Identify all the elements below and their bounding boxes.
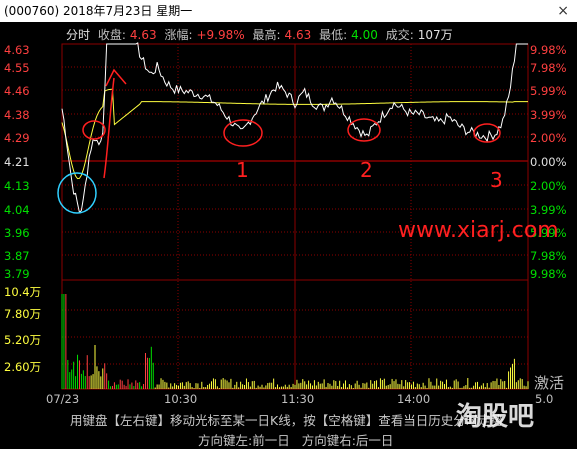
footer-hint: 用键盘【左右键】移动光标至某一日K线，按【空格键】查看当日历史分时走势 — [70, 413, 504, 428]
taoguba-logo: 淘股吧 — [456, 402, 535, 432]
red-circle-annotation — [223, 119, 263, 147]
time-tick: 11:30 — [281, 392, 315, 406]
footer-nav-hint: 方向键左:前一日 方向键右:后一日 — [198, 430, 393, 449]
time-tick: 07/23 — [46, 392, 80, 406]
annotation-mark-2: 2 — [360, 158, 373, 182]
annotation-mark-1: 1 — [236, 158, 249, 182]
time-tick-end: 5.0 — [535, 392, 554, 406]
chart-grid — [61, 43, 529, 390]
time-tick: 14:00 — [397, 392, 431, 406]
red-circle-annotation — [347, 118, 381, 142]
time-tick: 10:30 — [164, 392, 198, 406]
hand-annotations: 1 2 3 — [57, 68, 503, 214]
prev-day-hint: 方向键左:前一日 — [198, 433, 290, 448]
watermark-text: www.xiarj.com — [398, 218, 559, 243]
cyan-circle-annotation — [57, 172, 97, 214]
next-day-hint: 方向键右:后一日 — [301, 433, 394, 448]
activate-overlay-text: 激活 — [534, 374, 565, 392]
annotation-mark-3: 3 — [490, 168, 503, 192]
